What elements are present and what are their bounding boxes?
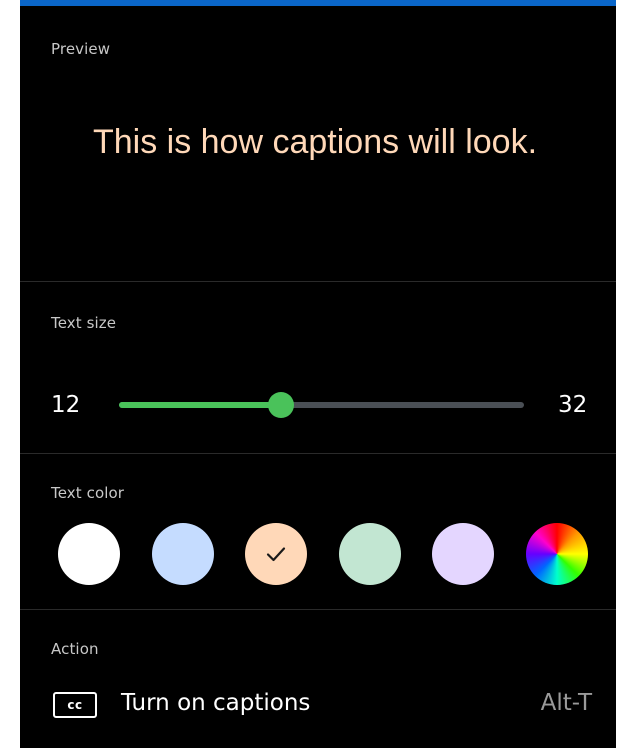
color-swatch-custom-color[interactable] xyxy=(525,523,588,585)
color-swatch-mint[interactable] xyxy=(338,523,401,585)
action-label: Action xyxy=(51,640,99,658)
keyboard-shortcut: Alt-T xyxy=(540,690,592,716)
action-section: Action cc Turn on captions Alt-T xyxy=(20,610,616,748)
closed-captions-icon: cc xyxy=(53,692,97,718)
captions-settings-panel: Preview This is how captions will look. … xyxy=(20,0,616,748)
preview-label: Preview xyxy=(51,40,111,58)
text-color-label: Text color xyxy=(51,484,125,502)
turn-on-captions-label: Turn on captions xyxy=(121,690,311,716)
color-swatch-group xyxy=(58,523,588,585)
text-size-slider[interactable] xyxy=(119,392,524,418)
text-color-section: Text color xyxy=(20,454,616,609)
text-size-slider-fill xyxy=(119,402,281,408)
text-size-label: Text size xyxy=(51,314,117,332)
text-size-slider-thumb[interactable] xyxy=(268,392,294,418)
color-swatch-light-blue[interactable] xyxy=(151,523,214,585)
text-size-min-label: 12 xyxy=(51,392,81,418)
text-size-max-label: 32 xyxy=(558,392,588,418)
color-swatch-lavender[interactable] xyxy=(432,523,495,585)
preview-section: Preview This is how captions will look. xyxy=(20,0,616,281)
checkmark-icon xyxy=(267,547,286,562)
color-swatch-white[interactable] xyxy=(58,523,120,585)
turn-on-captions-button[interactable]: cc Turn on captions Alt-T xyxy=(20,682,616,726)
color-swatch-peach[interactable] xyxy=(245,523,308,585)
caption-preview-text: This is how captions will look. xyxy=(92,123,538,161)
text-size-section: Text size 12 32 xyxy=(20,282,616,453)
cc-icon-text: cc xyxy=(67,698,83,712)
